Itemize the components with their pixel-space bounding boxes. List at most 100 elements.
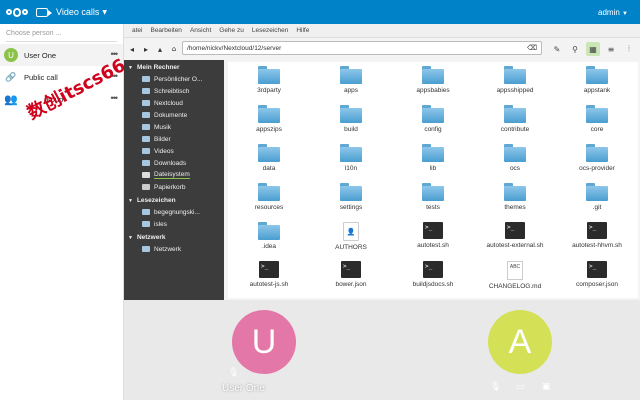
file-item[interactable]: themes [474,179,556,218]
folder-icon [422,66,444,84]
icon-view-icon[interactable]: ▦ [586,42,600,56]
file-item[interactable]: >_ bower.json [310,257,392,296]
folder-icon [258,66,280,84]
place-item[interactable]: Bilder [124,133,224,145]
menu-item-help[interactable]: Hilfe [296,27,309,34]
search-input[interactable]: Choose person ... [6,28,117,42]
menu-item-edit[interactable]: Bearbeiten [150,27,181,34]
menu-item-file[interactable]: atei [132,27,142,34]
file-item[interactable]: settings [310,179,392,218]
file-item[interactable]: config [392,101,474,140]
chevron-down-icon[interactable]: ▼ [102,9,107,16]
nextcloud-logo-icon[interactable] [6,6,28,18]
file-item[interactable]: tests [392,179,474,218]
place-item[interactable]: Persönlicher O... [124,73,224,85]
place-item[interactable]: Schreibtisch [124,85,224,97]
file-item[interactable]: ocs-provider [556,140,638,179]
back-icon[interactable]: ◂ [126,45,138,54]
place-label: Dokumente [154,111,188,119]
more-icon[interactable]: ••• [111,93,119,103]
compact-view-icon[interactable]: ⦙ [622,42,636,56]
place-label: Videos [154,147,174,155]
mute-audio-icon[interactable]: 🎙 [490,382,501,392]
file-item[interactable]: ocs [474,140,556,179]
place-item[interactable]: Videos [124,145,224,157]
file-item[interactable]: 👤 AUTHORS [310,218,392,257]
home-icon[interactable]: ⌂ [168,45,180,53]
up-icon[interactable]: ▴ [154,45,166,54]
screen-share-icon[interactable]: ▣ [542,382,551,392]
places-section-header[interactable]: ▼ Netzwerk [124,230,224,243]
view-controls: ✎ ⚲ ▦ ≡ ⦙ [550,42,636,56]
places-section-header[interactable]: ▼ Mein Rechner [124,60,224,73]
file-item[interactable]: .git [556,179,638,218]
section-title: Lesezeichen [136,197,176,204]
script-icon: >_ [423,261,443,278]
list-view-icon[interactable]: ≡ [604,42,618,56]
file-label: autotest.sh [417,242,449,249]
file-item[interactable]: core [556,101,638,140]
script-icon: >_ [341,261,361,278]
place-item[interactable]: Nextcloud [124,97,224,109]
file-label: .git [592,204,602,211]
file-item[interactable]: appstank [556,62,638,101]
folder-icon [340,66,362,84]
script-icon: >_ [259,261,279,278]
forward-icon[interactable]: ▸ [140,45,152,54]
file-item[interactable]: >_ autotest.sh [392,218,474,257]
file-item[interactable]: >_ autotest-js.sh [228,257,310,296]
file-item[interactable]: lib [392,140,474,179]
file-item[interactable]: resources [228,179,310,218]
file-item[interactable]: build [310,101,392,140]
file-label: appsshipped [496,87,534,94]
place-item[interactable]: Dokumente [124,109,224,121]
file-item[interactable]: apps [310,62,392,101]
file-item[interactable]: appsbabies [392,62,474,101]
path-value: /home/nickv/Nextcloud/12/server [187,45,282,52]
file-label: autotest-external.sh [486,242,544,249]
file-item[interactable]: >_ composer.json [556,257,638,296]
file-label: composer.json [576,281,618,288]
place-item[interactable]: Downloads [124,157,224,169]
file-item[interactable]: data [228,140,310,179]
file-item[interactable]: l10n [310,140,392,179]
places-section-header[interactable]: ▼ Lesezeichen [124,193,224,206]
menu-item-go[interactable]: Gehe zu [219,27,244,34]
bookmark-folder-icon [142,209,150,215]
file-item[interactable]: 3rdparty [228,62,310,101]
top-bar: Video calls ▼ admin ▼ [0,0,640,24]
toolbar: ◂ ▸ ▴ ⌂ /home/nickv/Nextcloud/12/server … [124,38,640,60]
edit-path-icon[interactable]: ✎ [550,42,564,56]
clear-icon[interactable]: ⌫ [527,44,537,52]
place-label: Persönlicher O... [154,75,203,83]
file-item[interactable]: ABC CHANGELOG.md [474,257,556,296]
file-item[interactable]: >_ autotest-hhvm.sh [556,218,638,257]
file-item[interactable]: .idea [228,218,310,257]
place-item[interactable]: begegnungski... [124,206,224,218]
room-label: Public call [24,72,58,82]
file-label: appszips [256,126,282,133]
menu-item-bookmarks[interactable]: Lesezeichen [252,27,289,34]
file-item[interactable]: >_ autotest-external.sh [474,218,556,257]
disable-video-icon[interactable]: ▭ [516,382,525,392]
file-item[interactable]: appsshipped [474,62,556,101]
place-item[interactable]: isles [124,218,224,230]
file-item[interactable]: appszips [228,101,310,140]
path-field[interactable]: /home/nickv/Nextcloud/12/server ⌫ [182,41,542,55]
place-item[interactable]: Musik [124,121,224,133]
place-item[interactable]: Netzwerk [124,243,224,255]
place-item[interactable]: Papierkorb [124,181,224,193]
document-icon: 👤 [343,222,359,241]
video-area: U 🎙 User One A 🎙 ▭ ▣ [124,300,640,400]
folder-icon [340,105,362,123]
place-item-selected[interactable]: Dateisystem [124,169,224,181]
file-item[interactable]: contribute [474,101,556,140]
file-label: buildjsdocs.sh [412,281,454,288]
expand-icon: ▼ [128,234,133,241]
search-icon[interactable]: ⚲ [568,42,582,56]
folder-icon [422,183,444,201]
menu-item-view[interactable]: Ansicht [190,27,211,34]
app-title[interactable]: Video calls [56,7,99,17]
file-item[interactable]: >_ buildjsdocs.sh [392,257,474,296]
user-menu[interactable]: admin ▼ [598,8,628,17]
